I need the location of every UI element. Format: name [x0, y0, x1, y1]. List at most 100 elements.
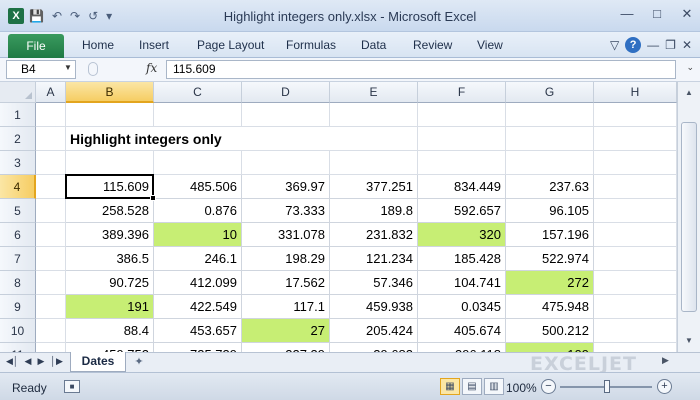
zoom-out-button[interactable]: −: [541, 379, 556, 394]
cell-c2[interactable]: [154, 127, 242, 151]
cell-e4[interactable]: 377.251: [330, 175, 418, 199]
cell-c4[interactable]: 485.506: [154, 175, 242, 199]
next-sheet-icon[interactable]: ▶: [37, 356, 44, 367]
cell-b6[interactable]: 389.396: [66, 223, 154, 247]
cell-h3[interactable]: [594, 151, 677, 175]
cell-b10[interactable]: 88.4: [66, 319, 154, 343]
cell-f6[interactable]: 320: [418, 223, 506, 247]
minimize-icon[interactable]: —: [620, 6, 634, 22]
cell-b4[interactable]: 115.609: [66, 175, 154, 199]
cell-c1[interactable]: [154, 103, 242, 127]
row-header-6[interactable]: 6: [0, 223, 36, 247]
cell-h8[interactable]: [594, 271, 677, 295]
doc-minimize-icon[interactable]: —: [647, 38, 659, 52]
cell-g4[interactable]: 237.63: [506, 175, 594, 199]
cell-e1[interactable]: [330, 103, 418, 127]
column-header-f[interactable]: F: [418, 82, 506, 103]
zoom-level[interactable]: 100%: [506, 381, 537, 395]
cell-g9[interactable]: 475.948: [506, 295, 594, 319]
cell-g2[interactable]: [506, 127, 594, 151]
cell-f8[interactable]: 104.741: [418, 271, 506, 295]
cell-e5[interactable]: 189.8: [330, 199, 418, 223]
cell-e2[interactable]: [330, 127, 418, 151]
cell-f1[interactable]: [418, 103, 506, 127]
cell-g6[interactable]: 157.196: [506, 223, 594, 247]
tab-page-layout[interactable]: Page Layout: [197, 38, 264, 52]
cell-g5[interactable]: 96.105: [506, 199, 594, 223]
page-layout-view-icon[interactable]: ▤: [462, 378, 482, 395]
cell-b9[interactable]: 191: [66, 295, 154, 319]
cell-b8[interactable]: 90.725: [66, 271, 154, 295]
select-all-corner[interactable]: [0, 82, 36, 103]
scroll-up-icon[interactable]: ▲: [678, 84, 700, 102]
row-header-10[interactable]: 10: [0, 319, 36, 343]
cell-f10[interactable]: 405.674: [418, 319, 506, 343]
cell-f9[interactable]: 0.0345: [418, 295, 506, 319]
prev-sheet-icon[interactable]: ◀: [25, 356, 32, 367]
cell-c6[interactable]: 10: [154, 223, 242, 247]
cell-c5[interactable]: 0.876: [154, 199, 242, 223]
cell-c10[interactable]: 453.657: [154, 319, 242, 343]
cell-c7[interactable]: 246.1: [154, 247, 242, 271]
macro-record-icon[interactable]: ■: [64, 380, 80, 393]
cell-f5[interactable]: 592.657: [418, 199, 506, 223]
tab-formulas[interactable]: Formulas: [286, 38, 336, 52]
row-header-2[interactable]: 2: [0, 127, 36, 151]
cell-d3[interactable]: [242, 151, 330, 175]
scroll-right-icon[interactable]: ▶: [662, 355, 669, 366]
cell-d4[interactable]: 369.97: [242, 175, 330, 199]
scroll-down-icon[interactable]: ▼: [678, 332, 700, 350]
fill-handle[interactable]: [150, 195, 156, 201]
cell-c3[interactable]: [154, 151, 242, 175]
cell-d10[interactable]: 27: [242, 319, 330, 343]
cell-b5[interactable]: 258.528: [66, 199, 154, 223]
cell-a4[interactable]: [36, 175, 66, 199]
vertical-scrollbar[interactable]: ▲ ▼: [677, 82, 700, 352]
cell-d6[interactable]: 331.078: [242, 223, 330, 247]
cell-h10[interactable]: [594, 319, 677, 343]
ribbon-collapse-icon[interactable]: ▽: [610, 38, 619, 52]
tab-view[interactable]: View: [477, 38, 503, 52]
tab-file[interactable]: File: [8, 34, 64, 58]
cell-b2[interactable]: Highlight integers only: [66, 127, 222, 151]
normal-view-icon[interactable]: ▦: [440, 378, 460, 395]
cell-h7[interactable]: [594, 247, 677, 271]
last-sheet-icon[interactable]: │▶: [50, 356, 63, 367]
tab-data[interactable]: Data: [361, 38, 386, 52]
cell-e7[interactable]: 121.234: [330, 247, 418, 271]
cell-h1[interactable]: [594, 103, 677, 127]
vertical-scroll-thumb[interactable]: [681, 122, 697, 312]
cell-a9[interactable]: [36, 295, 66, 319]
cell-a10[interactable]: [36, 319, 66, 343]
column-header-d[interactable]: D: [242, 82, 330, 103]
cell-h2[interactable]: [594, 127, 677, 151]
help-icon[interactable]: ?: [625, 37, 642, 53]
row-header-8[interactable]: 8: [0, 271, 36, 295]
maximize-icon[interactable]: □: [650, 6, 664, 22]
cell-g7[interactable]: 522.974: [506, 247, 594, 271]
cell-d9[interactable]: 117.1: [242, 295, 330, 319]
row-header-7[interactable]: 7: [0, 247, 36, 271]
cell-f2[interactable]: [418, 127, 506, 151]
cell-e10[interactable]: 205.424: [330, 319, 418, 343]
cell-e3[interactable]: [330, 151, 418, 175]
cell-a7[interactable]: [36, 247, 66, 271]
cell-h5[interactable]: [594, 199, 677, 223]
insert-function-icon[interactable]: fx: [146, 61, 157, 75]
tab-insert[interactable]: Insert: [139, 38, 169, 52]
cell-b7[interactable]: 386.5: [66, 247, 154, 271]
cell-a1[interactable]: [36, 103, 66, 127]
column-header-e[interactable]: E: [330, 82, 418, 103]
zoom-in-button[interactable]: +: [657, 379, 672, 394]
first-sheet-icon[interactable]: ◀│: [6, 356, 19, 367]
tab-home[interactable]: Home: [82, 38, 114, 52]
cell-b1[interactable]: [66, 103, 154, 127]
cell-h6[interactable]: [594, 223, 677, 247]
cell-e6[interactable]: 231.832: [330, 223, 418, 247]
cell-g3[interactable]: [506, 151, 594, 175]
cell-g8[interactable]: 272: [506, 271, 594, 295]
cell-a3[interactable]: [36, 151, 66, 175]
cell-d8[interactable]: 17.562: [242, 271, 330, 295]
close-icon[interactable]: ✕: [680, 6, 694, 22]
cell-a2[interactable]: [36, 127, 66, 151]
